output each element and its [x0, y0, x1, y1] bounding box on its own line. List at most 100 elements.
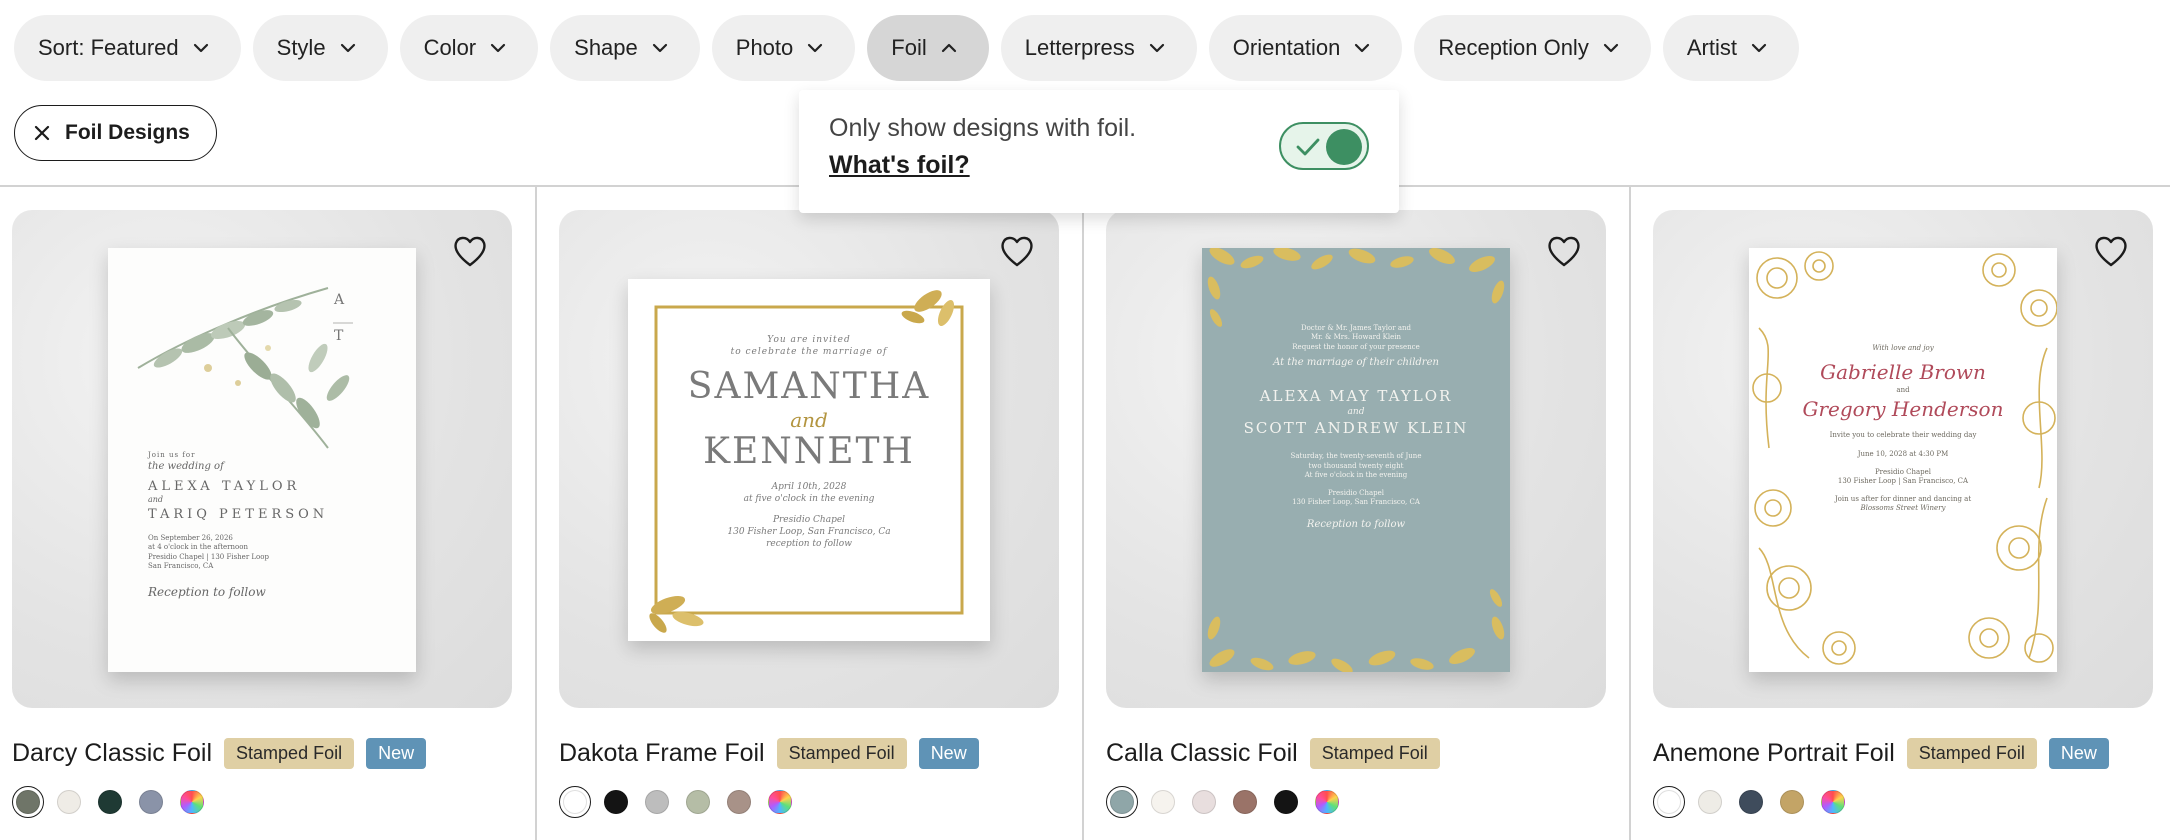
new-badge: New: [366, 738, 427, 769]
close-icon[interactable]: [33, 124, 51, 142]
filter-sort[interactable]: Sort: Featured: [14, 15, 241, 81]
more-colors-swatch[interactable]: [1311, 786, 1343, 818]
invitation-text: Doctor & Mr. James Taylor and Mr. & Mrs.…: [1202, 324, 1510, 531]
color-swatch[interactable]: [135, 786, 167, 818]
color-swatch[interactable]: [1653, 786, 1685, 818]
filter-label: Sort: Featured: [38, 35, 179, 60]
filter-photo[interactable]: Photo: [711, 15, 856, 81]
heart-icon[interactable]: [452, 234, 488, 268]
swatch-dot: [1315, 790, 1339, 814]
product-card[interactable]: Doctor & Mr. James Taylor and Mr. & Mrs.…: [1106, 210, 1606, 818]
more-colors-swatch[interactable]: [1817, 786, 1849, 818]
invite-year: two thousand twenty eight: [1308, 461, 1404, 470]
invitation-preview: With love and joy Gabrielle Brown and Gr…: [1749, 248, 2057, 672]
product-title[interactable]: Anemone Portrait Foil: [1653, 739, 1895, 768]
more-colors-swatch[interactable]: [764, 786, 796, 818]
gold-foliage-bottom: [1207, 589, 1505, 672]
color-swatch[interactable]: [600, 786, 632, 818]
product-title[interactable]: Calla Classic Foil: [1106, 739, 1298, 768]
invitation-preview: A T Join us for the wedding of ALEXA TAY…: [108, 248, 416, 672]
color-swatch[interactable]: [1229, 786, 1261, 818]
invite-name: Gabrielle Brown: [1820, 360, 1986, 385]
chevron-down-icon: [650, 38, 670, 58]
filter-color[interactable]: Color: [399, 15, 539, 81]
invite-name: TARIQ PETERSON: [148, 507, 329, 523]
new-badge: New: [918, 738, 979, 769]
swatch-dot: [1657, 790, 1681, 814]
invite-intro: With love and joy: [1872, 344, 1934, 352]
product-card[interactable]: You are invited to celebrate the marriag…: [559, 210, 1059, 818]
color-swatch[interactable]: [1106, 786, 1138, 818]
more-colors-swatch[interactable]: [176, 786, 208, 818]
heart-icon[interactable]: [999, 234, 1035, 268]
swatch-dot: [563, 790, 587, 814]
color-swatch[interactable]: [94, 786, 126, 818]
color-swatch[interactable]: [12, 786, 44, 818]
popover-text: Only show designs with foil.: [829, 114, 1137, 142]
swatch-dot: [139, 790, 163, 814]
chevron-down-icon: [1749, 38, 1769, 58]
invite-footer: reception to follow: [766, 538, 852, 549]
filter-foil[interactable]: Foil: [867, 15, 989, 81]
invite-name: ALEXA TAYLOR: [148, 478, 301, 494]
heart-icon[interactable]: [1546, 234, 1582, 268]
stamped-foil-badge: Stamped Foil: [1309, 738, 1440, 769]
monogram-top: A: [334, 292, 345, 308]
product-image[interactable]: With love and joy Gabrielle Brown and Gr…: [1653, 210, 2153, 708]
chevron-down-icon: [805, 38, 825, 58]
product-image[interactable]: You are invited to celebrate the marriag…: [559, 210, 1059, 708]
foil-toggle[interactable]: [1279, 122, 1369, 170]
invite-time: At five o'clock in the evening: [1304, 471, 1408, 480]
product-card[interactable]: A T Join us for the wedding of ALEXA TAY…: [12, 210, 512, 818]
product-title[interactable]: Dakota Frame Foil: [559, 739, 765, 768]
filter-artist[interactable]: Artist: [1662, 15, 1799, 81]
swatch-dot: [98, 790, 122, 814]
check-icon: [1295, 136, 1321, 158]
product-image[interactable]: Doctor & Mr. James Taylor and Mr. & Mrs.…: [1106, 210, 1606, 708]
color-swatch[interactable]: [1735, 786, 1767, 818]
color-swatch[interactable]: [53, 786, 85, 818]
color-swatch[interactable]: [641, 786, 673, 818]
whats-foil-link[interactable]: What's foil?: [829, 151, 970, 180]
invitation-text: With love and joy Gabrielle Brown and Gr…: [1749, 344, 2057, 514]
filter-letterpress[interactable]: Letterpress: [1000, 15, 1197, 81]
color-swatch[interactable]: [1147, 786, 1179, 818]
grid-divider: [1629, 186, 1631, 840]
applied-filter-label: Foil Designs: [65, 121, 190, 144]
product-title[interactable]: Darcy Classic Foil: [12, 739, 212, 768]
stamped-foil-badge: Stamped Foil: [1906, 738, 2037, 769]
product-card[interactable]: With love and joy Gabrielle Brown and Gr…: [1653, 210, 2153, 818]
color-swatch[interactable]: [1694, 786, 1726, 818]
applied-filter-chip[interactable]: Foil Designs: [14, 105, 217, 161]
swatch-dot: [686, 790, 710, 814]
color-swatches: [12, 786, 208, 818]
filter-label: Photo: [735, 35, 794, 60]
filter-style[interactable]: Style: [252, 15, 388, 81]
filter-shape[interactable]: Shape: [550, 15, 700, 81]
filter-orientation[interactable]: Orientation: [1208, 15, 1403, 81]
invite-amp: and: [148, 495, 164, 505]
swatch-dot: [1274, 790, 1298, 814]
filter-label: Shape: [574, 35, 638, 60]
new-badge: New: [2048, 738, 2109, 769]
color-swatch[interactable]: [1188, 786, 1220, 818]
invite-footer: Reception to follow: [1306, 518, 1406, 530]
color-swatch[interactable]: [682, 786, 714, 818]
product-image[interactable]: A T Join us for the wedding of ALEXA TAY…: [12, 210, 512, 708]
filter-label: Color: [423, 35, 477, 60]
heart-icon[interactable]: [2093, 234, 2129, 268]
swatch-dot: [645, 790, 669, 814]
invite-city: 130 Fisher Loop, San Francisco, CA: [1292, 498, 1420, 507]
color-swatch[interactable]: [723, 786, 755, 818]
invite-amp: and: [1896, 386, 1910, 395]
color-swatch[interactable]: [1776, 786, 1808, 818]
filter-label: Foil: [891, 35, 927, 60]
color-swatch[interactable]: [559, 786, 591, 818]
filter-reception-only[interactable]: Reception Only: [1414, 15, 1651, 81]
filter-bar: Sort: Featured Style Color Shape Photo F…: [14, 15, 1799, 81]
invite-venue: Presidio Chapel: [1327, 488, 1385, 497]
invite-footer: Blossoms Street Winery: [1860, 504, 1946, 513]
color-swatch[interactable]: [1270, 786, 1302, 818]
swatch-dot: [16, 790, 40, 814]
invite-line: to celebrate the marriage of: [730, 346, 888, 357]
